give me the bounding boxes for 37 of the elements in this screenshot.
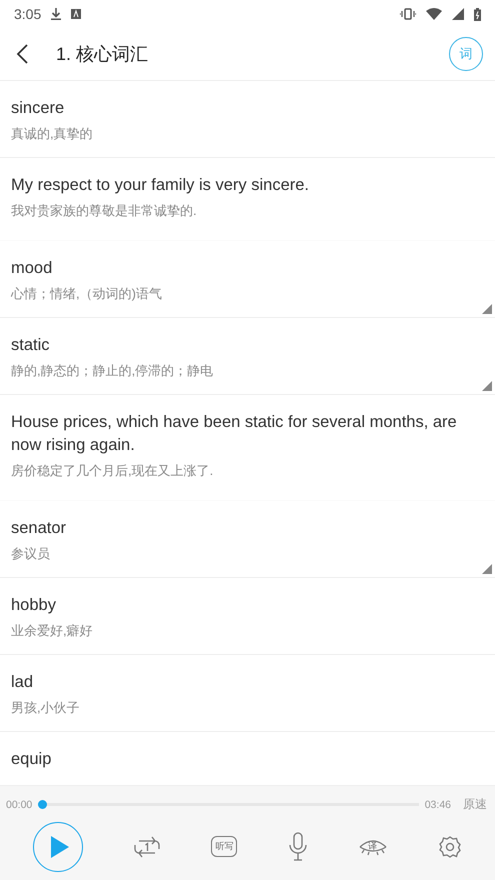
word-meaning: 参议员 bbox=[11, 545, 51, 563]
download-icon bbox=[51, 8, 62, 20]
vibrate-icon bbox=[400, 8, 416, 20]
keyboard-icon bbox=[71, 9, 82, 19]
sentence-translation: 我对贵家族的尊敬是非常诚挚的. bbox=[11, 202, 198, 220]
word-text: mood bbox=[11, 258, 54, 279]
status-time: 3:05 bbox=[14, 6, 42, 22]
word-meaning: 男孩,小伙子 bbox=[11, 699, 81, 717]
total-time: 03:46 bbox=[424, 798, 451, 810]
word-meaning: 真诚的,真挚的 bbox=[11, 125, 94, 143]
progress-slider[interactable] bbox=[38, 800, 419, 809]
word-text: hobby bbox=[11, 595, 57, 616]
play-button[interactable] bbox=[33, 822, 84, 872]
translation-toggle-button[interactable]: 译 bbox=[358, 834, 388, 858]
word-meaning: 静的,静态的；静止的,停滞的；静电 bbox=[11, 362, 214, 380]
word-text: sincere bbox=[11, 98, 66, 119]
signal-icon bbox=[452, 8, 464, 20]
microphone-button[interactable] bbox=[288, 832, 308, 862]
page-title: 1. 核心词汇 bbox=[56, 43, 150, 66]
example-sentence: House prices, which have been static for several months, are now rising again. bbox=[11, 412, 458, 456]
settings-button[interactable] bbox=[438, 834, 462, 858]
word-meaning: 心情；情绪,（动词的)语气 bbox=[11, 285, 163, 303]
elapsed-time: 00:00 bbox=[6, 798, 32, 810]
word-text: lad bbox=[11, 672, 34, 693]
play-icon bbox=[51, 836, 70, 858]
wifi-icon bbox=[426, 8, 442, 20]
word-text: senator bbox=[11, 518, 68, 539]
example-sentence: My respect to your family is very sincere. bbox=[11, 175, 310, 196]
dictation-button[interactable]: 听写 bbox=[211, 836, 238, 857]
speed-button[interactable]: 原速 bbox=[463, 796, 487, 813]
battery-icon bbox=[474, 8, 481, 20]
word-text: static bbox=[11, 335, 51, 356]
progress-thumb[interactable] bbox=[38, 800, 48, 809]
sentence-translation: 房价稳定了几个月后,现在又上涨了. bbox=[11, 462, 214, 480]
back-icon[interactable] bbox=[16, 44, 28, 64]
word-text: equip bbox=[11, 749, 52, 770]
word-meaning: 业余爱好,癖好 bbox=[11, 622, 94, 640]
